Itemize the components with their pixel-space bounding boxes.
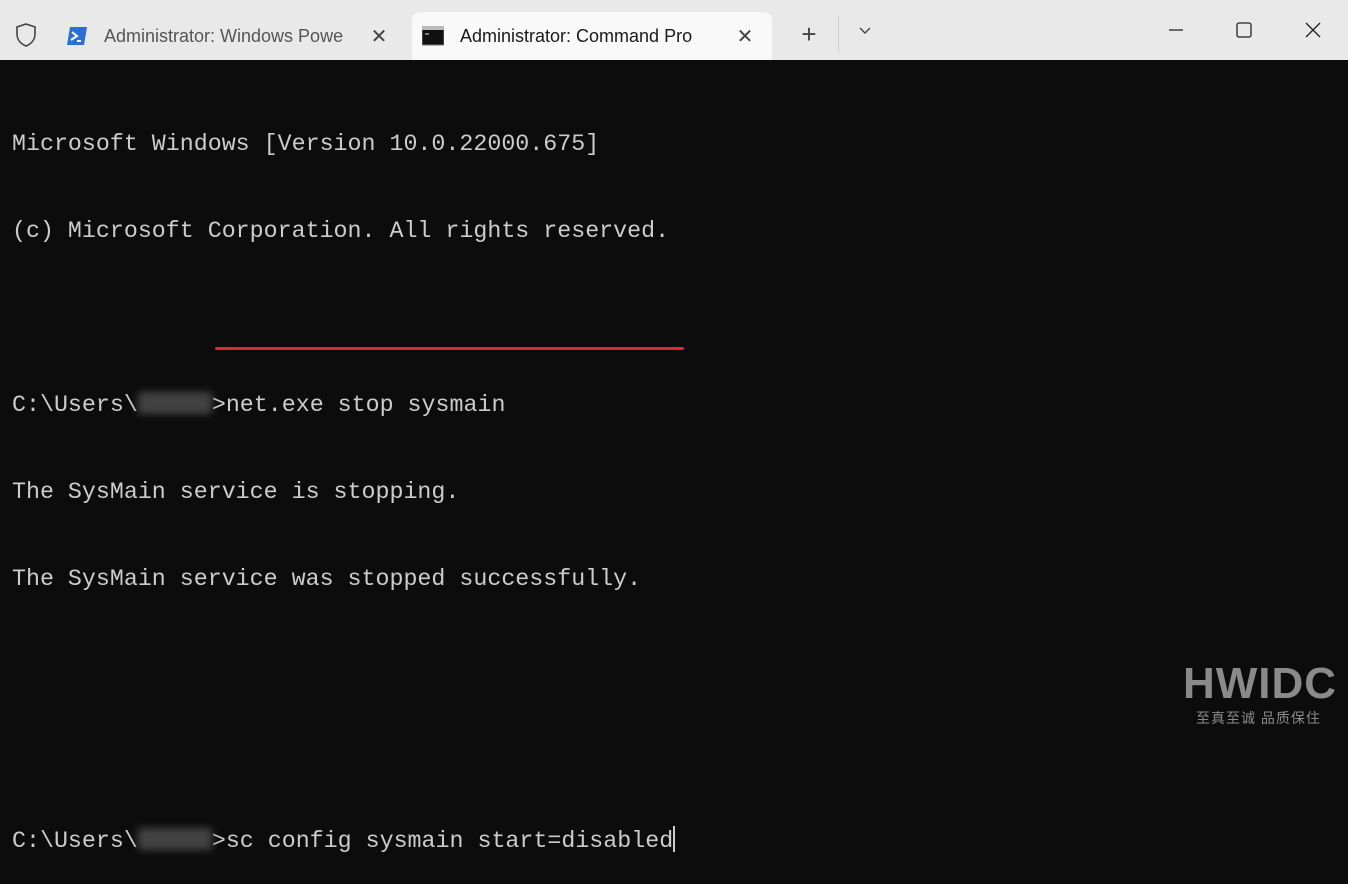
tab-title: Administrator: Windows Powe xyxy=(104,25,344,46)
terminal-line: The SysMain service is stopping. xyxy=(12,479,460,505)
command-prompt-icon xyxy=(422,26,444,46)
close-window-button[interactable] xyxy=(1288,12,1338,48)
prompt-path: C:\Users\ xyxy=(12,392,138,418)
new-tab-button[interactable]: + xyxy=(790,20,828,50)
terminal-line: (c) Microsoft Corporation. All rights re… xyxy=(12,218,670,244)
text-cursor xyxy=(673,826,676,852)
prompt-line[interactable]: C:\Users\ >sc config sysmain start=disabl… xyxy=(12,826,676,855)
divider xyxy=(838,16,839,52)
terminal-line: The SysMain service was stopped successf… xyxy=(12,566,642,592)
tab-title: Administrator: Command Pro xyxy=(460,25,693,46)
terminal-output[interactable]: Microsoft Windows [Version 10.0.22000.67… xyxy=(12,72,676,884)
watermark: HWIDC 至真至诚 品质保住 xyxy=(1183,660,1337,728)
terminal-line: Microsoft Windows [Version 10.0.22000.67… xyxy=(12,131,600,157)
command-text: net.exe stop sysmain xyxy=(225,392,506,418)
watermark-tagline: 至真至诚 品质保住 xyxy=(1196,710,1321,726)
maximize-button[interactable] xyxy=(1219,12,1269,48)
shield-icon xyxy=(16,23,36,47)
powershell-icon xyxy=(67,27,87,45)
redacted-username xyxy=(137,828,212,850)
tab-command-prompt[interactable]: Administrator: Command Pro ✕ xyxy=(412,12,772,60)
close-icon xyxy=(1305,22,1321,38)
chevron-down-icon xyxy=(859,27,871,34)
prompt-path: C:\Users\ xyxy=(12,828,138,854)
watermark-logo: HWIDC xyxy=(1183,659,1338,708)
minimize-button[interactable] xyxy=(1151,12,1201,48)
redacted-username xyxy=(137,392,212,414)
prompt-line: C:\Users\ >net.exe stop sysmain xyxy=(12,391,675,420)
tab-powershell[interactable]: Administrator: Windows Powe ✕ xyxy=(56,12,406,60)
prompt-symbol: > xyxy=(211,828,226,854)
command-input[interactable]: sc config sysmain start=disabled xyxy=(226,828,673,854)
prompt-symbol: > xyxy=(211,392,226,418)
maximize-icon xyxy=(1236,22,1252,38)
title-bar: Administrator: Windows Powe ✕ Administra… xyxy=(0,0,1348,60)
highlight-underline xyxy=(215,347,684,350)
close-tab-button[interactable]: ✕ xyxy=(364,24,394,49)
tab-dropdown-button[interactable] xyxy=(850,22,880,48)
minimize-icon xyxy=(1169,29,1183,31)
close-tab-button[interactable]: ✕ xyxy=(730,24,760,49)
